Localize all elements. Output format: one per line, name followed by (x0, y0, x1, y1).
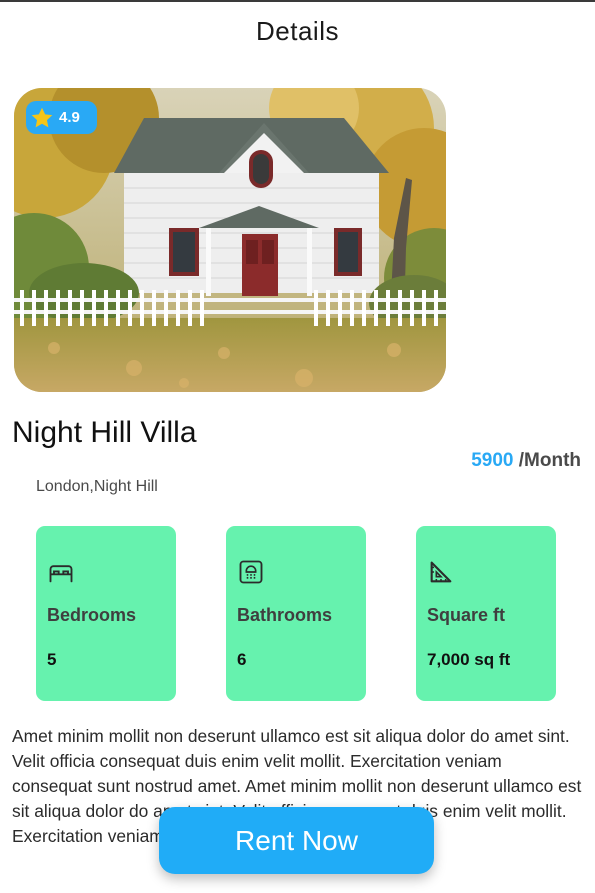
property-location: London,Night Hill (36, 478, 158, 495)
price-period: /Month (513, 450, 581, 471)
rent-now-button[interactable]: Rent Now (159, 807, 434, 874)
feature-label: Bedrooms (47, 605, 137, 625)
rating-value: 4.9 (59, 109, 80, 126)
feature-label: Bathrooms (237, 605, 333, 625)
feature-label: Square ft (427, 605, 506, 625)
property-name: Night Hill Villa (12, 416, 197, 449)
bed-icon (49, 565, 73, 583)
price-amount: 5900 (471, 450, 514, 471)
star-icon (31, 107, 53, 127)
top-divider (0, 0, 595, 2)
feature-card-bathrooms: Bathrooms 6 (226, 526, 366, 701)
rating-badge: 4.9 (26, 101, 97, 134)
feature-card-area: Square ft 7,000 sq ft (416, 526, 556, 701)
feature-value: 7,000 sq ft (427, 650, 511, 669)
feature-value: 5 (47, 650, 57, 669)
price: 5900 /Month (471, 450, 581, 472)
bathroom-icon (239, 560, 263, 584)
area-icon (430, 561, 452, 583)
feature-value: 6 (237, 650, 247, 669)
page-title: Details (256, 16, 339, 46)
feature-card-bedrooms: Bedrooms 5 (36, 526, 176, 701)
